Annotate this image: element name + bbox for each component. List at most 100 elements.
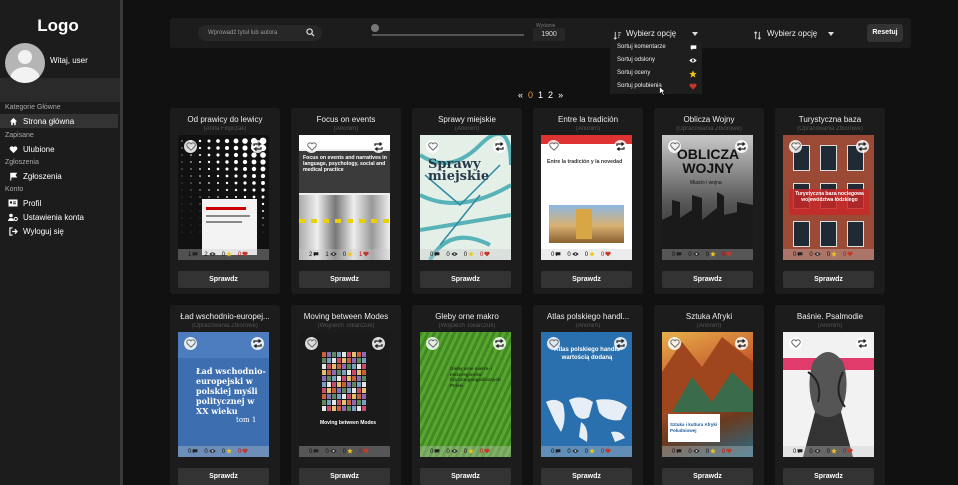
reset-button[interactable]: Resetuj (867, 24, 903, 42)
share-icon[interactable] (372, 140, 385, 153)
views-count: 0 (688, 448, 692, 455)
book-card[interactable]: Moving between Modes (Wojciech Tokarczuk… (291, 305, 401, 485)
favorite-heart-icon[interactable] (426, 337, 439, 350)
check-book-button[interactable]: Sprawdz (541, 271, 632, 288)
book-cover[interactable]: Sprawy miejskie (420, 135, 511, 260)
year-slider-handle[interactable] (371, 24, 379, 32)
book-cover[interactable]: OBLICZA WOJNY Miasto i wojna (662, 135, 753, 260)
book-card[interactable]: Entre la tradición (Anonim) Entre la tra… (533, 108, 643, 294)
check-book-button[interactable]: Sprawdz (662, 468, 753, 485)
book-card[interactable]: Atlas polskiego handl... (Anonim) Atlas … (533, 305, 643, 485)
share-icon[interactable] (251, 337, 264, 350)
book-cover[interactable]: Moving between Modes (299, 332, 390, 457)
sidebar-item-logout[interactable]: Wyloguj się (0, 224, 118, 238)
sort-select[interactable]: Wybierz opcję (610, 25, 702, 42)
check-book-button[interactable]: Sprawdz (541, 468, 632, 485)
check-book-button[interactable]: Sprawdz (420, 468, 511, 485)
book-title[interactable]: Od prawicy do lewicy (172, 115, 278, 124)
sidebar-item-favorites[interactable]: Ulubione (0, 142, 118, 156)
share-icon[interactable] (614, 337, 627, 350)
book-cover[interactable]: Atlas polskiego handlu wartością dodaną (541, 332, 632, 457)
book-card[interactable]: Focus on events (Anonim) Focus on events… (291, 108, 401, 294)
favorite-heart-icon[interactable] (547, 337, 560, 350)
filter-select[interactable]: Wybierz opcję (746, 25, 838, 42)
year-slider-track[interactable] (372, 34, 524, 36)
book-cover[interactable]: Gleby orne makro- i mezoregionów fizyczn… (420, 332, 511, 457)
check-book-button[interactable]: Sprawdz (662, 271, 753, 288)
favorite-heart-icon[interactable] (184, 337, 197, 350)
favorite-heart-icon[interactable] (789, 337, 802, 350)
book-cover[interactable] (178, 135, 269, 260)
book-title[interactable]: Oblicza Wojny (656, 115, 762, 124)
favorite-heart-icon[interactable] (426, 140, 439, 153)
sort-by-comments-option[interactable]: Sortuj komentarze (617, 44, 697, 51)
book-cover[interactable]: Turystyczna baza noclegowa województwa ł… (783, 135, 874, 260)
book-card[interactable]: Gleby orne makro (Wojciech Tokarczuk) Gl… (412, 305, 522, 485)
favorite-heart-icon[interactable] (547, 140, 560, 153)
favorite-heart-icon[interactable] (789, 140, 802, 153)
book-title[interactable]: Gleby orne makro (414, 312, 520, 321)
book-cover[interactable]: Focus on events and narratives in langua… (299, 135, 390, 260)
book-cover[interactable]: Entre la tradición y la novedad (541, 135, 632, 260)
next-page-button[interactable]: » (558, 90, 563, 100)
book-title[interactable]: Ład wschodnio-europej... (172, 312, 278, 321)
book-cover[interactable]: Ład wschodnio-europejski w polskiej myśl… (178, 332, 269, 457)
check-book-button[interactable]: Sprawdz (783, 271, 874, 288)
book-card[interactable]: Oblicza Wojny (Opracowania Zbiorowe) OBL… (654, 108, 764, 294)
share-icon[interactable] (372, 337, 385, 350)
year-input[interactable]: 1900 (533, 28, 565, 41)
book-card[interactable]: Ład wschodnio-europej... (Opracowania Zb… (170, 305, 280, 485)
book-title[interactable]: Entre la tradición (535, 115, 641, 124)
sort-by-likes-option[interactable]: Sortuj polubienia (617, 83, 697, 90)
check-book-button[interactable]: Sprawdz (299, 271, 390, 288)
book-stats: 2 1 0 1 (299, 249, 390, 260)
favorite-heart-icon[interactable] (184, 140, 197, 153)
prev-page-button[interactable]: « (518, 90, 523, 100)
share-icon[interactable] (251, 140, 264, 153)
share-icon[interactable] (493, 140, 506, 153)
book-card[interactable]: Od prawicy do lewicy (Anita Filipczak) 1… (170, 108, 280, 294)
check-book-button[interactable]: Sprawdz (299, 468, 390, 485)
page-2-link[interactable]: 2 (548, 90, 553, 100)
favorite-heart-icon[interactable] (668, 337, 681, 350)
logo[interactable]: Logo (0, 16, 116, 36)
favorite-heart-icon[interactable] (668, 140, 681, 153)
sort-by-rating-option[interactable]: Sortuj oceny (617, 70, 697, 78)
sidebar-item-home[interactable]: Strona główna (0, 114, 118, 128)
page-1-link[interactable]: 1 (538, 90, 543, 100)
favorite-heart-icon[interactable] (305, 140, 318, 153)
book-card[interactable]: Sztuka Afryki (Anonim) Sztuka i kultura … (654, 305, 764, 485)
favorite-heart-icon[interactable] (305, 337, 318, 350)
book-title[interactable]: Baśnie. Psalmodie (777, 312, 883, 321)
book-title[interactable]: Focus on events (293, 115, 399, 124)
search-icon[interactable] (306, 28, 315, 44)
book-card[interactable]: Sprawy miejskie (Anonim) Sprawy miejskie… (412, 108, 522, 294)
book-card[interactable]: Turystyczna baza (Opracowania Zbiorowe) … (775, 108, 885, 294)
book-title[interactable]: Sprawy miejskie (414, 115, 520, 124)
book-title[interactable]: Moving between Modes (293, 312, 399, 321)
book-title[interactable]: Turystyczna baza (777, 115, 883, 124)
book-title[interactable]: Atlas polskiego handl... (535, 312, 641, 321)
share-icon[interactable] (856, 337, 869, 350)
book-title[interactable]: Sztuka Afryki (656, 312, 762, 321)
book-card[interactable]: Baśnie. Psalmodie (Anonim) 0 0 0 0 Spraw… (775, 305, 885, 485)
sidebar-item-settings[interactable]: Ustawienia konta (0, 210, 118, 224)
share-icon[interactable] (735, 140, 748, 153)
check-book-button[interactable]: Sprawdz (178, 468, 269, 485)
share-icon[interactable] (614, 140, 627, 153)
book-cover[interactable]: Sztuka i kultura Afryki Południowej (662, 332, 753, 457)
share-icon[interactable] (735, 337, 748, 350)
avatar[interactable] (5, 43, 45, 83)
sort-by-views-option[interactable]: Sortuj odsłony (617, 57, 697, 63)
option-label: Sortuj oceny (617, 70, 651, 76)
sidebar-item-reports[interactable]: Zgłoszenia (0, 169, 118, 183)
sidebar-item-profile[interactable]: Profil (0, 196, 118, 210)
share-icon[interactable] (493, 337, 506, 350)
check-book-button[interactable]: Sprawdz (420, 271, 511, 288)
page-0-link[interactable]: 0 (528, 90, 533, 100)
book-cover[interactable] (783, 332, 874, 457)
check-book-button[interactable]: Sprawdz (783, 468, 874, 485)
check-book-button[interactable]: Sprawdz (178, 271, 269, 288)
share-icon[interactable] (856, 140, 869, 153)
search-input[interactable]: Wprowadź tytuł lub autora (198, 25, 322, 41)
